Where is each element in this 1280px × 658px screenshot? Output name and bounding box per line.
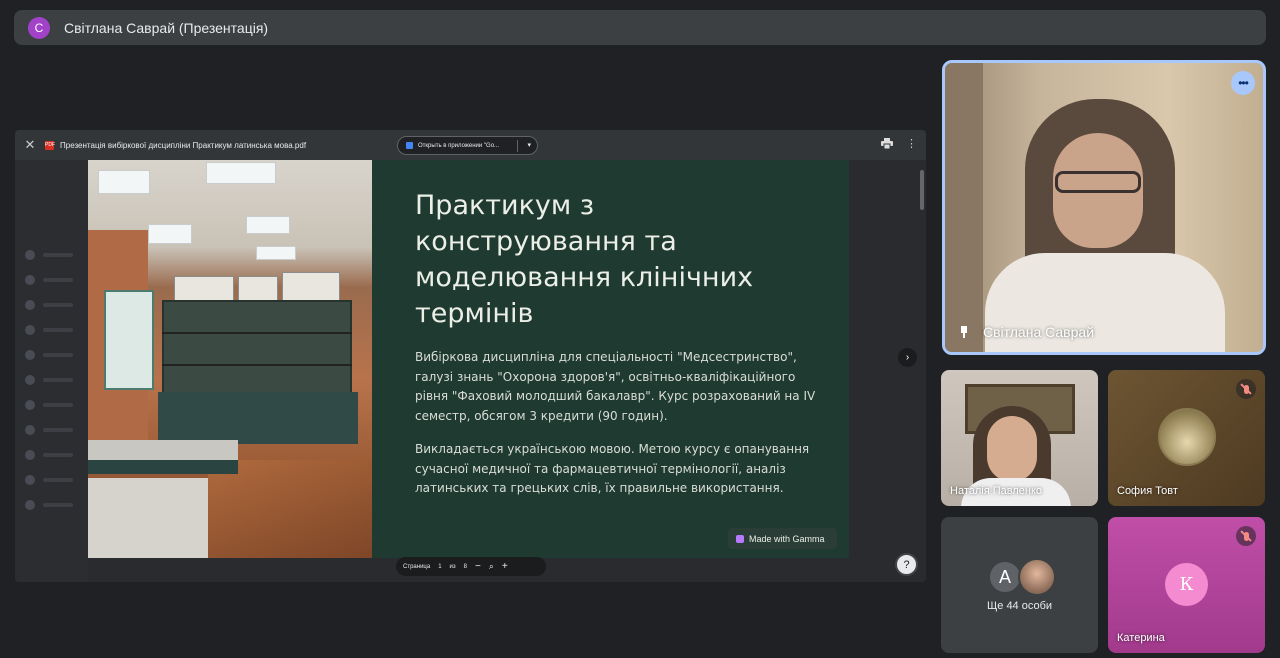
- open-in-app-button[interactable]: Открыть в приложении "Go... ▾: [397, 136, 538, 155]
- participant-avatar: К: [1165, 563, 1208, 606]
- shelf: [162, 300, 352, 400]
- close-icon[interactable]: ✕: [15, 137, 45, 153]
- participant-name: София Товт: [1117, 485, 1178, 497]
- more-participants-label: Ще 44 особи: [986, 600, 1053, 612]
- page-of: из: [449, 563, 456, 570]
- slide-paragraph-2: Викладається українською мовою. Метою ку…: [415, 442, 810, 495]
- sidebar-line: [43, 278, 73, 282]
- more-participants-tile[interactable]: A Ще 44 особи: [941, 517, 1098, 653]
- sidebar-line: [43, 303, 73, 307]
- slide-paragraph-1: Вибіркова дисципліна для спеціальності "…: [415, 350, 816, 423]
- participant-name: Наталія Павленко: [950, 485, 1043, 497]
- sidebar-line: [43, 403, 73, 407]
- ceiling-light: [256, 246, 296, 260]
- desk: [88, 440, 238, 460]
- floor: [208, 460, 372, 558]
- mic-off-icon: [1236, 379, 1256, 399]
- zoom-in-button[interactable]: +: [502, 561, 508, 572]
- ceiling-light: [148, 224, 192, 244]
- sidebar-avatar: [25, 475, 35, 485]
- sidebar-line: [43, 428, 73, 432]
- sidebar-avatar: [25, 400, 35, 410]
- page-total: 8: [463, 563, 467, 570]
- desk-base: [88, 460, 238, 474]
- chevron-down-icon[interactable]: ▾: [527, 141, 531, 149]
- sidebar-avatar: [25, 350, 35, 360]
- participant-avatar: [1158, 408, 1216, 466]
- print-icon[interactable]: [881, 138, 893, 149]
- sidebar-line: [43, 503, 73, 507]
- sidebar-line: [43, 353, 73, 357]
- speaker-name: Світлана Саврай: [983, 324, 1095, 340]
- more-vert-icon[interactable]: ⋮: [906, 137, 917, 150]
- speaker-tile[interactable]: ••• Світлана Саврай: [942, 60, 1266, 355]
- presentation-tile[interactable]: ✕ PDF Презентація вибіркової дисципліни …: [15, 130, 926, 582]
- pdf-file-icon: PDF: [45, 140, 55, 150]
- mic-off-icon: [1236, 526, 1256, 546]
- shelf-line: [162, 332, 352, 334]
- speaker-door: [945, 63, 983, 352]
- sidebar-avatar: [25, 250, 35, 260]
- open-in-app-label: Открыть в приложении "Go...: [418, 142, 500, 149]
- gamma-icon: [736, 534, 744, 543]
- participant-tile-nataliia[interactable]: Наталія Павленко: [941, 370, 1098, 506]
- cabinet: [158, 392, 358, 444]
- sidebar-avatar: [25, 450, 35, 460]
- anatomy-poster: [104, 290, 154, 390]
- sidebar-line: [43, 378, 73, 382]
- desk: [88, 478, 208, 558]
- zoom-search-icon[interactable]: ⌕: [489, 561, 494, 572]
- presenter-avatar: С: [28, 16, 50, 39]
- ceiling-light: [206, 162, 276, 184]
- speaker-name-label: Світлана Саврай: [959, 324, 1094, 340]
- sidebar-avatar: [25, 375, 35, 385]
- sidebar-avatar: [25, 425, 35, 435]
- sidebar-line: [43, 478, 73, 482]
- classroom-photo: [88, 160, 372, 558]
- ceiling-light: [246, 216, 290, 234]
- ceiling-light: [98, 170, 150, 194]
- slide-page: Практикум з конструювання та моделювання…: [88, 160, 849, 558]
- help-icon[interactable]: ?: [895, 553, 918, 576]
- sidebar-line: [43, 328, 73, 332]
- zoom-out-button[interactable]: −: [475, 561, 481, 572]
- sidebar-avatar: [25, 325, 35, 335]
- top-bar: С Світлана Саврай (Презентація): [14, 10, 1266, 45]
- participant-tile-kateryna[interactable]: К Катерина: [1108, 517, 1265, 653]
- participant-face: [987, 416, 1037, 482]
- button-divider: [517, 140, 518, 152]
- speaker-glasses: [1055, 171, 1141, 193]
- sidebar-line: [43, 253, 73, 257]
- page-current[interactable]: 1: [438, 564, 441, 570]
- shelf-line: [162, 364, 352, 366]
- pin-icon[interactable]: [959, 326, 969, 338]
- pdf-file-title: Презентація вибіркової дисципліни Практи…: [60, 140, 307, 150]
- sidebar-line: [43, 453, 73, 457]
- made-with-gamma-badge[interactable]: Made with Gamma: [728, 528, 837, 549]
- badge-label: Made with Gamma: [749, 533, 825, 544]
- sidebar-avatar: [25, 300, 35, 310]
- participant-name: Катерина: [1117, 632, 1165, 644]
- slide-title: Практикум з конструювання та моделювання…: [415, 190, 754, 329]
- participant-tile-sofia[interactable]: София Товт: [1108, 370, 1265, 506]
- pdf-scrollbar[interactable]: [920, 170, 924, 210]
- sidebar-avatar: [25, 500, 35, 510]
- page-label: Страница: [403, 563, 431, 570]
- chevron-right-icon[interactable]: ›: [898, 348, 917, 367]
- presentation-title: Світлана Саврай (Презентація): [64, 19, 269, 36]
- participant-avatar-photo: [1018, 558, 1056, 596]
- sidebar-avatar: [25, 275, 35, 285]
- pdf-toolbar: ✕ PDF Презентація вибіркової дисципліни …: [15, 130, 926, 160]
- pdf-sidebar: [15, 160, 88, 582]
- page-controls: Страница 1 из 8 − ⌕ +: [396, 557, 546, 576]
- participant-avatar: A: [988, 560, 1022, 594]
- more-options-icon[interactable]: •••: [1231, 71, 1255, 95]
- google-docs-icon: [406, 142, 413, 149]
